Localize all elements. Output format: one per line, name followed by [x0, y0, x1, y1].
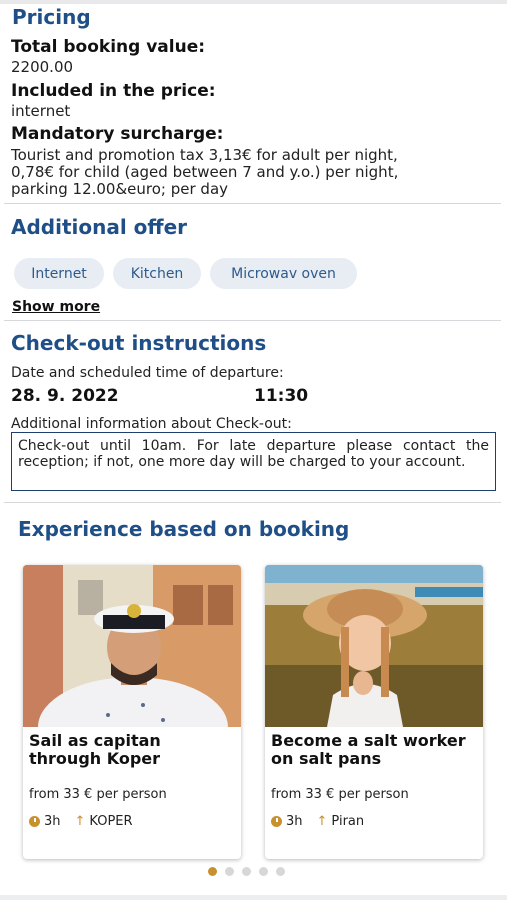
card-meta: 3h ↑ Piran — [271, 814, 364, 829]
included-label: Included in the price: — [11, 81, 216, 101]
card-title: Sail as capitan through Koper — [29, 731, 161, 768]
experience-card[interactable]: Sail as capitan through Koper from 33 € … — [23, 565, 241, 859]
card-duration: 3h — [44, 814, 61, 829]
checkout-info-label: Additional information about Check-out: — [11, 416, 292, 432]
card-photo-captain — [23, 565, 241, 727]
bottom-divider — [0, 895, 507, 900]
card-location: Piran — [331, 814, 365, 829]
surcharge-line: Tourist and promotion tax 3,13€ for adul… — [11, 146, 398, 164]
top-divider — [0, 0, 507, 4]
chip-internet[interactable]: Internet — [14, 258, 104, 289]
carousel-dot[interactable] — [208, 867, 217, 876]
location-pin-icon: ↑ — [316, 814, 328, 829]
included-value: internet — [11, 102, 71, 120]
clock-icon — [29, 816, 40, 827]
section-divider — [4, 203, 501, 204]
card-price: from 33 € per person — [271, 787, 409, 802]
additional-offer-title: Additional offer — [11, 215, 188, 239]
chip-microwave-oven[interactable]: Microwav oven — [210, 258, 357, 289]
total-value: 2200.00 — [11, 58, 74, 76]
chip-kitchen[interactable]: Kitchen — [113, 258, 201, 289]
location-pin-icon: ↑ — [74, 814, 86, 829]
carousel-dot[interactable] — [242, 867, 251, 876]
section-divider — [4, 320, 501, 321]
total-label: Total booking value: — [11, 37, 206, 57]
departure-date: 28. 9. 2022 — [11, 386, 119, 406]
surcharge-text: Tourist and promotion tax 3,13€ for adul… — [11, 147, 501, 198]
departure-time: 11:30 — [254, 386, 309, 406]
section-divider — [4, 502, 501, 503]
surcharge-line: 0,78€ for child (aged between 7 and y.o.… — [11, 163, 399, 181]
carousel-dot[interactable] — [276, 867, 285, 876]
carousel-dot[interactable] — [259, 867, 268, 876]
carousel-dots — [208, 867, 285, 876]
surcharge-line: parking 12.00&euro; per day — [11, 180, 229, 198]
surcharge-label: Mandatory surcharge: — [11, 124, 224, 144]
card-title: Become a salt worker on salt pans — [271, 731, 466, 768]
pricing-title: Pricing — [12, 5, 91, 29]
checkout-title: Check-out instructions — [11, 331, 267, 355]
carousel-dot[interactable] — [225, 867, 234, 876]
departure-label: Date and scheduled time of departure: — [11, 365, 284, 381]
card-location: KOPER — [89, 814, 133, 829]
card-duration: 3h — [286, 814, 303, 829]
experience-title: Experience based on booking — [18, 517, 350, 541]
card-price: from 33 € per person — [29, 787, 167, 802]
card-meta: 3h ↑ KOPER — [29, 814, 133, 829]
checkout-info-box: Check-out until 10am. For late departure… — [11, 432, 496, 491]
experience-card[interactable]: Become a salt worker on salt pans from 3… — [265, 565, 483, 859]
card-photo-salt-pans — [265, 565, 483, 727]
show-more-link[interactable]: Show more — [12, 299, 100, 315]
clock-icon — [271, 816, 282, 827]
